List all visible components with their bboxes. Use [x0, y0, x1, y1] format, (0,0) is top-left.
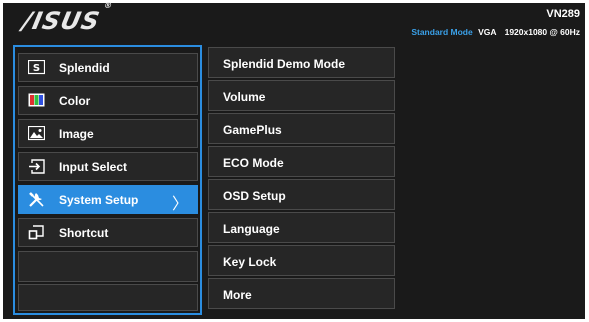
mode-label: Standard Mode [411, 27, 473, 37]
menu-item-shortcut[interactable]: Shortcut [18, 218, 198, 247]
color-icon [28, 93, 45, 107]
menu-item-color[interactable]: Color [18, 86, 198, 115]
menu-item-image[interactable]: Image [18, 119, 198, 148]
submenu-item-splendid-demo-mode[interactable]: Splendid Demo Mode [208, 47, 395, 78]
menu-item-system-setup[interactable]: System Setup 〉 [18, 185, 198, 214]
resolution: 1920x1080 @ 60Hz [504, 27, 580, 37]
image-icon [28, 126, 45, 141]
model-name: VN289 [546, 8, 580, 20]
submenu-item-volume[interactable]: Volume [208, 80, 395, 111]
submenu-item-more[interactable]: More [208, 278, 395, 309]
status-line: Standard Mode VGA 1920x1080 @ 60Hz [411, 27, 580, 37]
submenu-item-eco-mode[interactable]: ECO Mode [208, 146, 395, 177]
menu-item-empty [18, 251, 198, 282]
shortcut-icon [28, 225, 44, 240]
svg-text:S: S [33, 63, 40, 74]
osd-window: /ISUS® VN289 Standard Mode VGA 1920x1080… [3, 1, 585, 319]
asus-logo: /ISUS® [20, 1, 115, 35]
splendid-icon: S [28, 60, 45, 75]
chevron-right-icon: 〉 [171, 196, 188, 213]
input-source: VGA [478, 27, 497, 37]
submenu-item-key-lock[interactable]: Key Lock [208, 245, 395, 276]
input-select-icon [29, 159, 45, 174]
submenu-item-gameplus[interactable]: GamePlus [208, 113, 395, 144]
main-menu: S Splendid Color Image Input Select Syst… [13, 45, 202, 315]
menu-item-splendid[interactable]: S Splendid [18, 53, 198, 82]
submenu-item-language[interactable]: Language [208, 212, 395, 243]
submenu-item-osd-setup[interactable]: OSD Setup [208, 179, 395, 210]
menu-item-input-select[interactable]: Input Select [18, 152, 198, 181]
menu-item-empty [18, 284, 198, 311]
tools-icon [29, 192, 44, 207]
